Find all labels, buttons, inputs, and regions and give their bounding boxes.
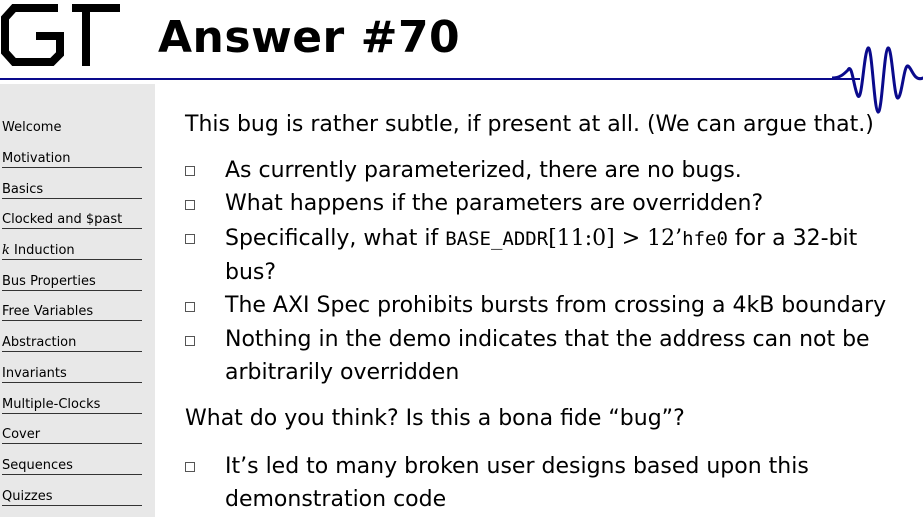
bullet-icon (185, 302, 195, 312)
list-item: Specifically, what if BASE_ADDR[11:0] > … (225, 226, 858, 285)
code-base-addr: BASE_ADDR (445, 228, 549, 250)
list-item: As currently parameterized, there are no… (225, 158, 742, 183)
page-title: Answer #70 (158, 12, 461, 63)
sidebar-item-free-variables[interactable]: Free Variables (2, 304, 142, 321)
sidebar-item-clocked-and-past[interactable]: Clocked and $past (2, 212, 142, 229)
bullet-icon (185, 200, 195, 210)
bullet-icon (185, 234, 195, 244)
sidebar-item-bus-properties[interactable]: Bus Properties (2, 274, 142, 291)
sidebar-item-basics[interactable]: Basics (2, 182, 142, 199)
sidebar-item-quizzes[interactable]: Quizzes (2, 489, 142, 506)
sidebar-item-invariants[interactable]: Invariants (2, 366, 142, 383)
sidebar-item-motivation[interactable]: Motivation (2, 151, 142, 168)
sidebar-item-sequences[interactable]: Sequences (2, 458, 142, 475)
bullet-icon (185, 166, 195, 176)
sidebar-item-abstraction[interactable]: Abstraction (2, 335, 142, 352)
gt-logo-icon (1, 4, 120, 66)
list-item: Nothing in the demo indicates that the a… (225, 327, 870, 385)
header-divider (0, 78, 860, 80)
list-item: It’s led to many broken user designs bas… (225, 454, 809, 512)
slide-header: Answer #70 (0, 0, 923, 114)
intro-text: This bug is rather subtle, if present at… (185, 112, 874, 137)
bullet-icon (185, 462, 195, 472)
sidebar-item-multiple-clocks[interactable]: Multiple-Clocks (2, 397, 142, 414)
sidebar-item-welcome[interactable]: Welcome (2, 120, 142, 136)
sidebar-item-k-induction[interactable]: k Induction (2, 243, 142, 260)
sidebar-nav: Welcome Motivation Basics Clocked and $p… (0, 84, 155, 517)
list-item: What happens if the parameters are overr… (225, 191, 764, 216)
bullet-icon (185, 336, 195, 346)
code-hex-value: hfe0 (682, 228, 728, 250)
list-item: The AXI Spec prohibits bursts from cross… (225, 293, 887, 318)
sidebar-item-cover[interactable]: Cover (2, 427, 142, 444)
question-text: What do you think? Is this a bona fide “… (185, 406, 685, 431)
